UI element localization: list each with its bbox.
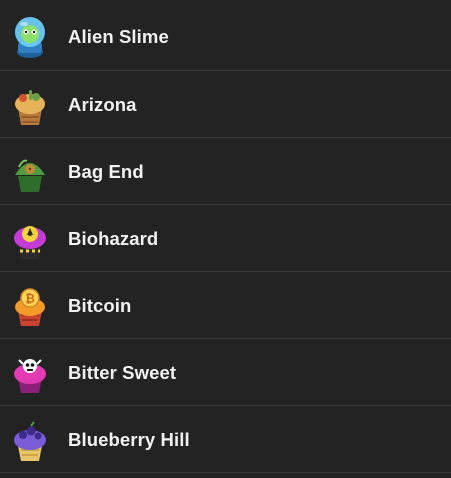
list-item-label: Alien Slime (68, 25, 169, 47)
recipe-list: Alien Slime Arizona Bag End Biohazard ₿ … (0, 0, 451, 478)
list-item-label: Biohazard (68, 227, 159, 249)
list-item-blueberry-hill[interactable]: Blueberry Hill (0, 406, 451, 473)
blueberry-hill-cupcake-icon (9, 417, 51, 463)
list-item-bitcoin[interactable]: ₿ Bitcoin (0, 272, 451, 339)
biohazard-cupcake-icon (9, 216, 51, 262)
bitter-sweet-cupcake-icon (9, 350, 51, 396)
arizona-cupcake-icon (9, 82, 51, 128)
divider (0, 472, 451, 473)
list-item-bitter-sweet[interactable]: Bitter Sweet (0, 339, 451, 406)
alien-slime-cupcake-icon (9, 14, 51, 60)
list-item-biohazard[interactable]: Biohazard (0, 205, 451, 272)
bag-end-cupcake-icon (9, 149, 51, 195)
list-item-alien-slime[interactable]: Alien Slime (0, 3, 451, 70)
list-item-bag-end[interactable]: Bag End (0, 138, 451, 205)
list-item-arizona[interactable]: Arizona (0, 71, 451, 138)
bitcoin-cupcake-icon: ₿ (9, 283, 51, 329)
list-item-label: Bag End (68, 160, 144, 182)
list-item-label: Blueberry Hill (68, 428, 190, 450)
list-item-label: Bitcoin (68, 294, 132, 316)
svg-text:₿: ₿ (25, 291, 35, 305)
list-item-label: Arizona (68, 93, 137, 115)
list-item-label: Bitter Sweet (68, 361, 177, 383)
